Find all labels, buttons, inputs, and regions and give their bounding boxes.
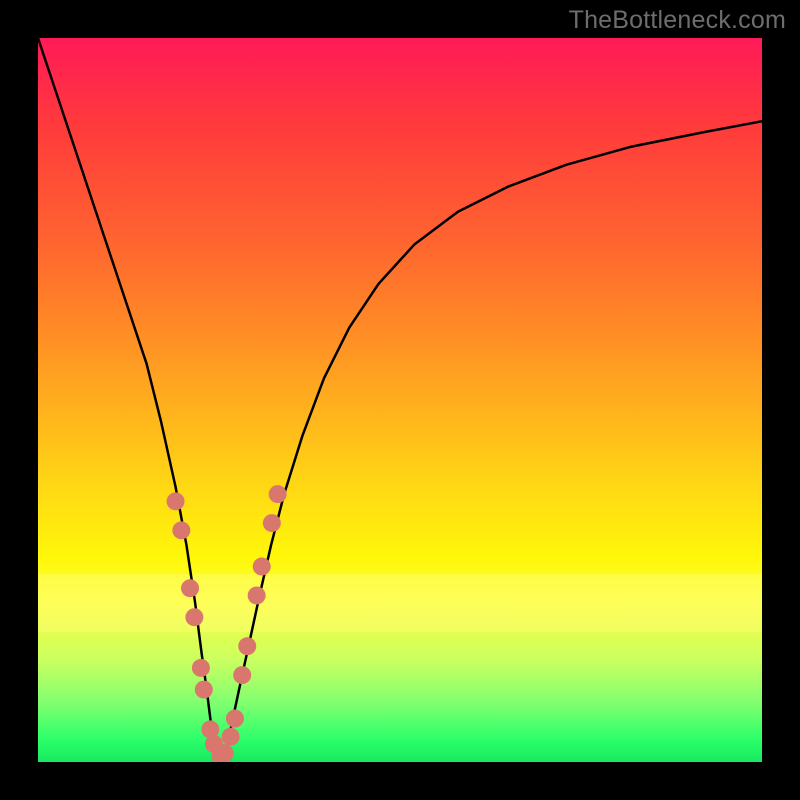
data-point: [172, 521, 190, 539]
data-point: [185, 608, 203, 626]
data-point: [192, 659, 210, 677]
data-point: [216, 744, 234, 762]
data-point: [253, 558, 271, 576]
chart-frame: TheBottleneck.com: [0, 0, 800, 800]
data-point: [195, 681, 213, 699]
watermark-text: TheBottleneck.com: [569, 6, 786, 35]
curve-line: [38, 38, 762, 758]
data-point: [238, 637, 256, 655]
data-point: [263, 514, 281, 532]
data-point: [167, 492, 185, 510]
data-point: [269, 485, 287, 503]
data-point: [248, 586, 266, 604]
data-point: [226, 710, 244, 728]
data-point: [233, 666, 251, 684]
data-point: [181, 579, 199, 597]
data-point: [222, 728, 240, 746]
chart-svg: [38, 38, 762, 762]
plot-area: [38, 38, 762, 762]
